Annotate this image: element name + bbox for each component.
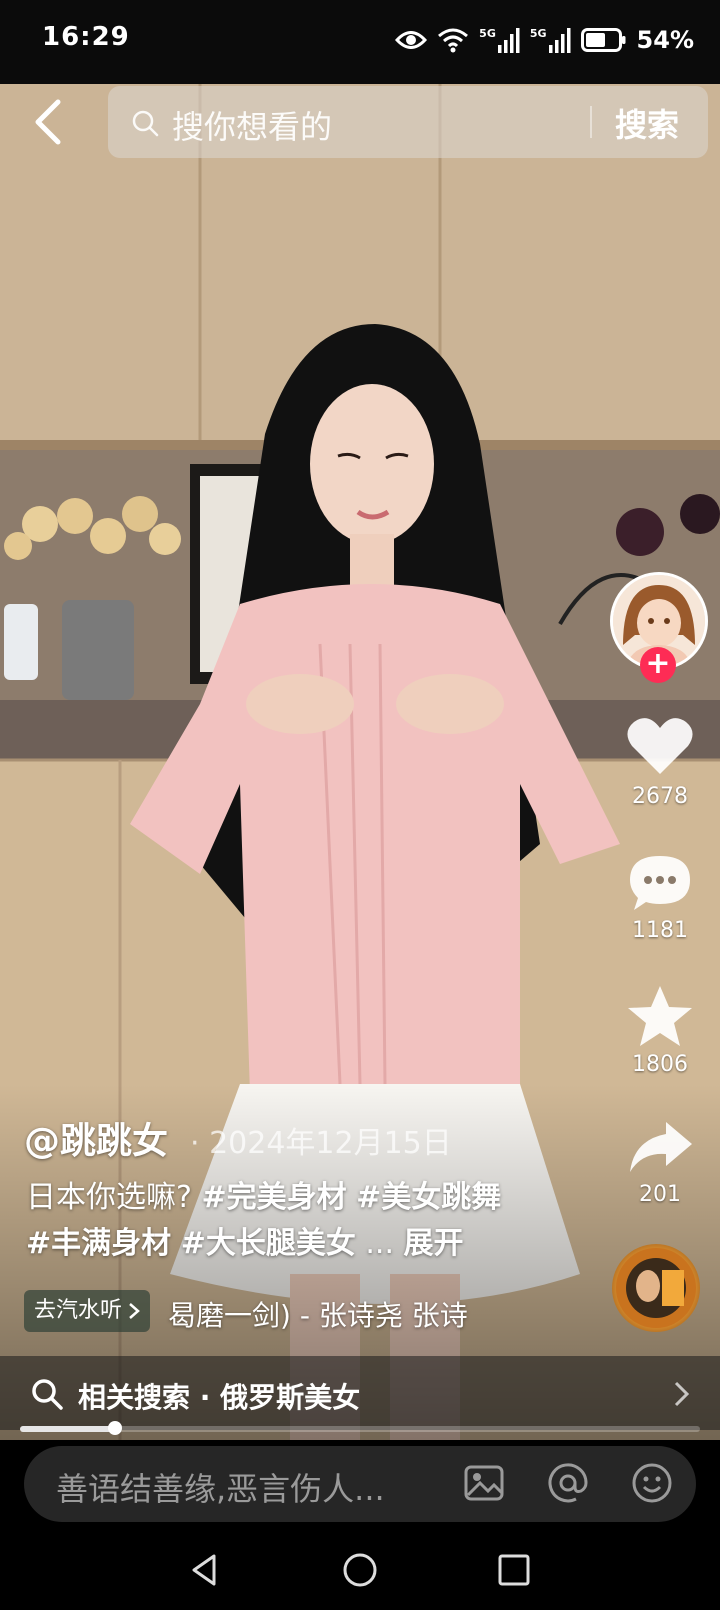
hashtag[interactable]: #完美身材 xyxy=(201,1180,346,1215)
search-input[interactable]: 搜你想看的 xyxy=(172,102,332,148)
favorite-button[interactable] xyxy=(620,984,700,1052)
nav-recents-icon[interactable] xyxy=(494,1550,534,1590)
signal-2: 5G xyxy=(530,27,571,53)
post-date: · 2024年12月15日 xyxy=(190,1126,452,1161)
author-name[interactable]: @跳跳女 xyxy=(24,1112,168,1164)
comment-bubble-icon xyxy=(630,856,690,910)
hashtag[interactable]: #丰满身材 xyxy=(26,1226,171,1261)
caption-line-2: #丰满身材 #大长腿美女 ... 展开 xyxy=(26,1218,464,1262)
comment-input[interactable]: 善语结善缘,恶言伤人... xyxy=(56,1464,385,1510)
progress-handle[interactable] xyxy=(108,1421,122,1435)
signal-bars-icon xyxy=(548,28,571,53)
signal-1: 5G xyxy=(479,27,520,53)
status-icons: 5G 5G 54% xyxy=(395,20,694,60)
like-button[interactable] xyxy=(620,714,700,780)
share-button[interactable] xyxy=(620,1118,700,1180)
battery-percent: 54% xyxy=(636,26,694,54)
nav-home-icon[interactable] xyxy=(340,1550,380,1590)
wifi-icon xyxy=(438,28,469,53)
search-divider xyxy=(590,106,592,138)
music-chip[interactable]: 去汽水听 xyxy=(24,1290,151,1332)
share-arrow-icon xyxy=(630,1122,692,1172)
follow-button[interactable]: + xyxy=(640,647,676,683)
image-icon[interactable] xyxy=(462,1461,506,1505)
hashtag[interactable]: #大长腿美女 xyxy=(181,1226,356,1261)
chevron-right-icon xyxy=(129,1303,140,1319)
music-title[interactable]: 曷磨一剑) - 张诗尧 张诗 xyxy=(168,1294,468,1334)
caption-line-1: 日本你选嘛? #完美身材 #美女跳舞 xyxy=(26,1172,501,1216)
expand-button[interactable]: 展开 xyxy=(404,1226,464,1261)
emoji-icon[interactable] xyxy=(630,1461,674,1505)
back-arrow-icon xyxy=(35,99,61,145)
chevron-right-icon[interactable] xyxy=(672,1380,692,1408)
status-time: 16:29 xyxy=(42,22,130,52)
search-icon xyxy=(32,1379,63,1410)
battery-icon xyxy=(580,28,626,52)
music-chip-label: 去汽水听 xyxy=(34,1298,123,1323)
comment-button[interactable] xyxy=(620,852,700,918)
share-count: 201 xyxy=(639,1182,681,1207)
progress-track[interactable] xyxy=(20,1426,700,1432)
related-search-label[interactable]: 相关搜索 · 俄罗斯美女 xyxy=(78,1376,360,1416)
signal-bars-icon xyxy=(497,28,520,53)
music-disc[interactable] xyxy=(612,1244,700,1332)
like-count: 2678 xyxy=(632,784,688,809)
caption-ellipsis: ... xyxy=(365,1226,394,1261)
back-button[interactable] xyxy=(26,94,74,150)
nav-back-icon[interactable] xyxy=(186,1550,226,1590)
search-button[interactable]: 搜索 xyxy=(615,100,679,146)
favorite-count: 1806 xyxy=(632,1052,688,1077)
music-cover-image xyxy=(616,1248,696,1328)
hashtag[interactable]: #美女跳舞 xyxy=(356,1180,501,1215)
star-icon xyxy=(628,986,692,1046)
progress-fill xyxy=(20,1426,115,1432)
search-icon xyxy=(132,110,159,137)
eye-icon xyxy=(395,31,428,49)
comment-count: 1181 xyxy=(632,918,688,943)
heart-icon xyxy=(627,718,693,774)
at-icon[interactable] xyxy=(546,1461,590,1505)
caption-text: 日本你选嘛? xyxy=(26,1180,192,1215)
